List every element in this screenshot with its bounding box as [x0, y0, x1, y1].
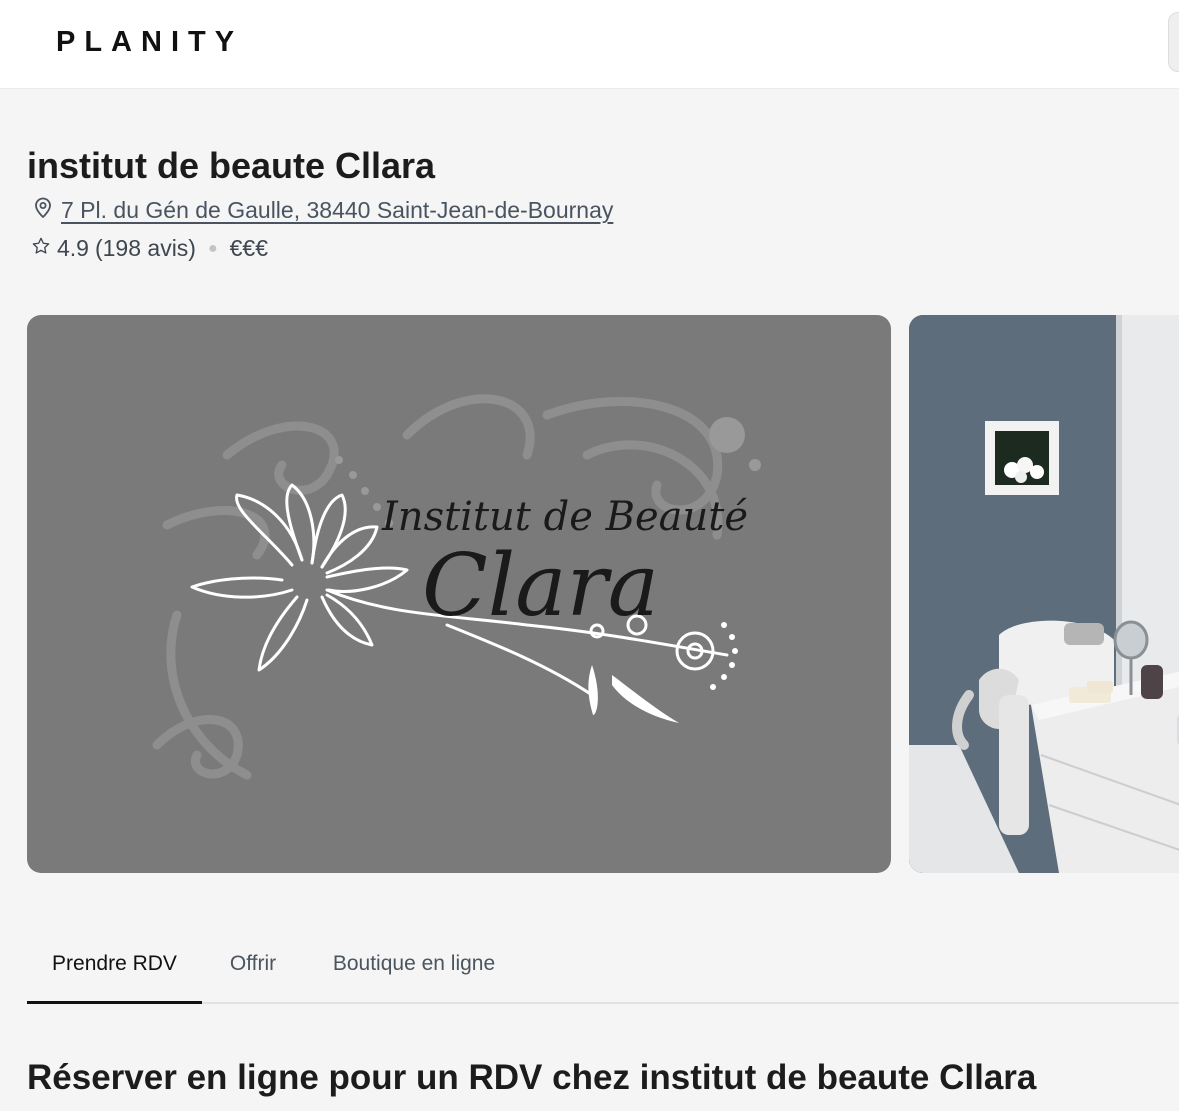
location-pin-icon: [31, 196, 55, 225]
treatment-room-photo: [909, 315, 1179, 873]
header-action-button[interactable]: [1168, 12, 1179, 72]
salon-address-row: 7 Pl. du Gén de Gaulle, 38440 Saint-Jean…: [31, 196, 613, 225]
salon-address-link[interactable]: 7 Pl. du Gén de Gaulle, 38440 Saint-Jean…: [61, 197, 613, 224]
gallery-secondary-image[interactable]: [909, 315, 1179, 873]
reviews-count[interactable]: (198 avis): [95, 235, 196, 262]
salon-tabs: Prendre RDV Offrir Boutique en ligne: [27, 940, 1179, 1004]
top-navigation-bar: PLANITY: [0, 0, 1179, 89]
gallery-logo-line2: Clara: [422, 536, 659, 636]
separator-dot: ●: [207, 239, 218, 257]
tab-offrir[interactable]: Offrir: [214, 940, 292, 1004]
booking-section-title: Réserver en ligne pour un RDV chez insti…: [27, 1058, 1037, 1097]
tab-boutique-en-ligne[interactable]: Boutique en ligne: [317, 940, 511, 1004]
salon-rating-row: 4.9 (198 avis) ● €€€: [31, 235, 268, 262]
salon-logo-illustration: Institut de Beauté Clara: [152, 394, 761, 780]
price-level: €€€: [229, 235, 269, 261]
salon-title: institut de beaute Cllara: [27, 145, 436, 186]
planity-logo[interactable]: PLANITY: [56, 26, 243, 59]
tab-prendre-rdv[interactable]: Prendre RDV: [27, 940, 202, 1004]
gallery-main-image[interactable]: Institut de Beauté Clara: [27, 315, 891, 873]
star-icon: [31, 235, 51, 262]
rating-value: 4.9: [57, 235, 89, 261]
gallery-logo-line1: Institut de Beauté: [381, 494, 748, 540]
